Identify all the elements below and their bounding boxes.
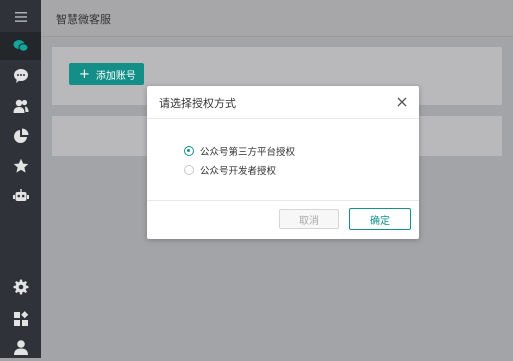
sidebar-item-stats[interactable] xyxy=(0,122,41,150)
robot-icon xyxy=(12,189,29,201)
apps-icon xyxy=(13,311,28,326)
sidebar-item-robot[interactable] xyxy=(0,182,41,210)
sidebar-item-apps[interactable] xyxy=(0,305,41,333)
option-third-party-platform[interactable]: 公众号第三方平台授权 xyxy=(184,144,295,158)
user-icon xyxy=(13,340,28,355)
sidebar-item-favorites[interactable] xyxy=(0,152,41,180)
menu-icon xyxy=(14,12,27,22)
sidebar xyxy=(0,0,41,358)
add-account-button[interactable]: + 添加账号 xyxy=(69,63,144,85)
auth-method-dialog: 请选择授权方式 公众号第三方平台授权 公众号开发者授权 取消 确定 xyxy=(147,86,419,239)
top-header: 智慧微客服 xyxy=(41,0,513,37)
close-icon[interactable] xyxy=(396,96,408,108)
option-developer[interactable]: 公众号开发者授权 xyxy=(184,163,276,177)
sidebar-item-chat[interactable] xyxy=(0,62,41,90)
cancel-button[interactable]: 取消 xyxy=(279,209,339,229)
app-title: 智慧微客服 xyxy=(56,13,111,26)
add-account-label: 添加账号 xyxy=(95,70,136,82)
sidebar-item-profile[interactable] xyxy=(0,333,41,361)
radio-selected[interactable] xyxy=(184,146,194,156)
radio-unselected[interactable] xyxy=(184,165,194,175)
dialog-divider xyxy=(147,118,419,119)
sidebar-item-users[interactable] xyxy=(0,92,41,120)
confirm-button[interactable]: 确定 xyxy=(349,208,411,230)
chat-icon xyxy=(13,69,28,83)
dialog-title: 请选择授权方式 xyxy=(159,97,236,110)
wechat-icon xyxy=(13,40,28,52)
users-icon xyxy=(13,99,28,113)
option-label: 公众号开发者授权 xyxy=(200,166,277,177)
plus-icon: + xyxy=(79,66,90,82)
sidebar-item-wechat[interactable] xyxy=(0,32,41,60)
sidebar-item-settings[interactable] xyxy=(0,273,41,301)
star-icon xyxy=(13,158,28,173)
menu-toggle[interactable] xyxy=(0,3,41,31)
settings-icon xyxy=(13,279,28,295)
dialog-footer-divider xyxy=(147,200,419,201)
option-label: 公众号第三方平台授权 xyxy=(200,147,296,158)
pie-chart-icon xyxy=(13,128,28,143)
